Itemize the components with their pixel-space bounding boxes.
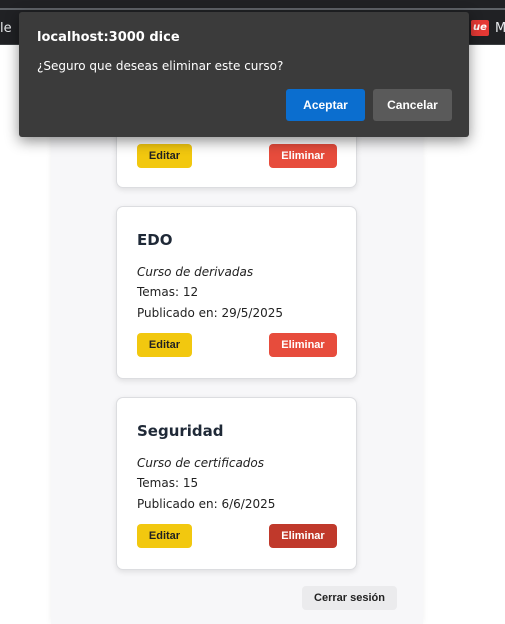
course-card: Seguridad Curso de certificados Temas: 1… — [116, 397, 357, 570]
bookmark-item-right[interactable]: ue M — [471, 20, 505, 36]
dialog-title: localhost:3000 dice — [37, 30, 180, 45]
course-topics: Temas: 12 — [137, 285, 199, 299]
cancel-button[interactable]: Cancelar — [373, 89, 452, 121]
delete-course-button[interactable]: Eliminar — [269, 144, 337, 168]
delete-course-button[interactable]: Eliminar — [269, 333, 337, 357]
edit-course-button[interactable]: Editar — [137, 144, 192, 168]
edit-course-button[interactable]: Editar — [137, 333, 192, 357]
bookmark-item-left[interactable]: le — [0, 21, 12, 36]
course-title: Seguridad — [137, 422, 224, 440]
dialog-message: ¿Seguro que deseas eliminar este curso? — [37, 59, 284, 73]
course-published-date: Publicado en: 6/6/2025 — [137, 497, 276, 511]
course-title: EDO — [137, 231, 173, 249]
bookmark-favicon-icon: ue — [471, 20, 489, 36]
course-card: EDO Curso de derivadas Temas: 12 Publica… — [116, 206, 357, 379]
browser-divider — [0, 8, 505, 10]
course-published-date: Publicado en: 29/5/2025 — [137, 306, 284, 320]
edit-course-button[interactable]: Editar — [137, 524, 192, 548]
logout-button[interactable]: Cerrar sesión — [302, 586, 397, 610]
confirm-dialog: localhost:3000 dice ¿Seguro que deseas e… — [19, 12, 469, 137]
course-description: Curso de certificados — [137, 456, 265, 470]
course-description: Curso de derivadas — [137, 265, 254, 279]
delete-course-button[interactable]: Eliminar — [269, 524, 337, 548]
accept-button[interactable]: Aceptar — [286, 89, 365, 121]
course-topics: Temas: 15 — [137, 476, 199, 490]
bookmark-label: M — [495, 20, 505, 36]
